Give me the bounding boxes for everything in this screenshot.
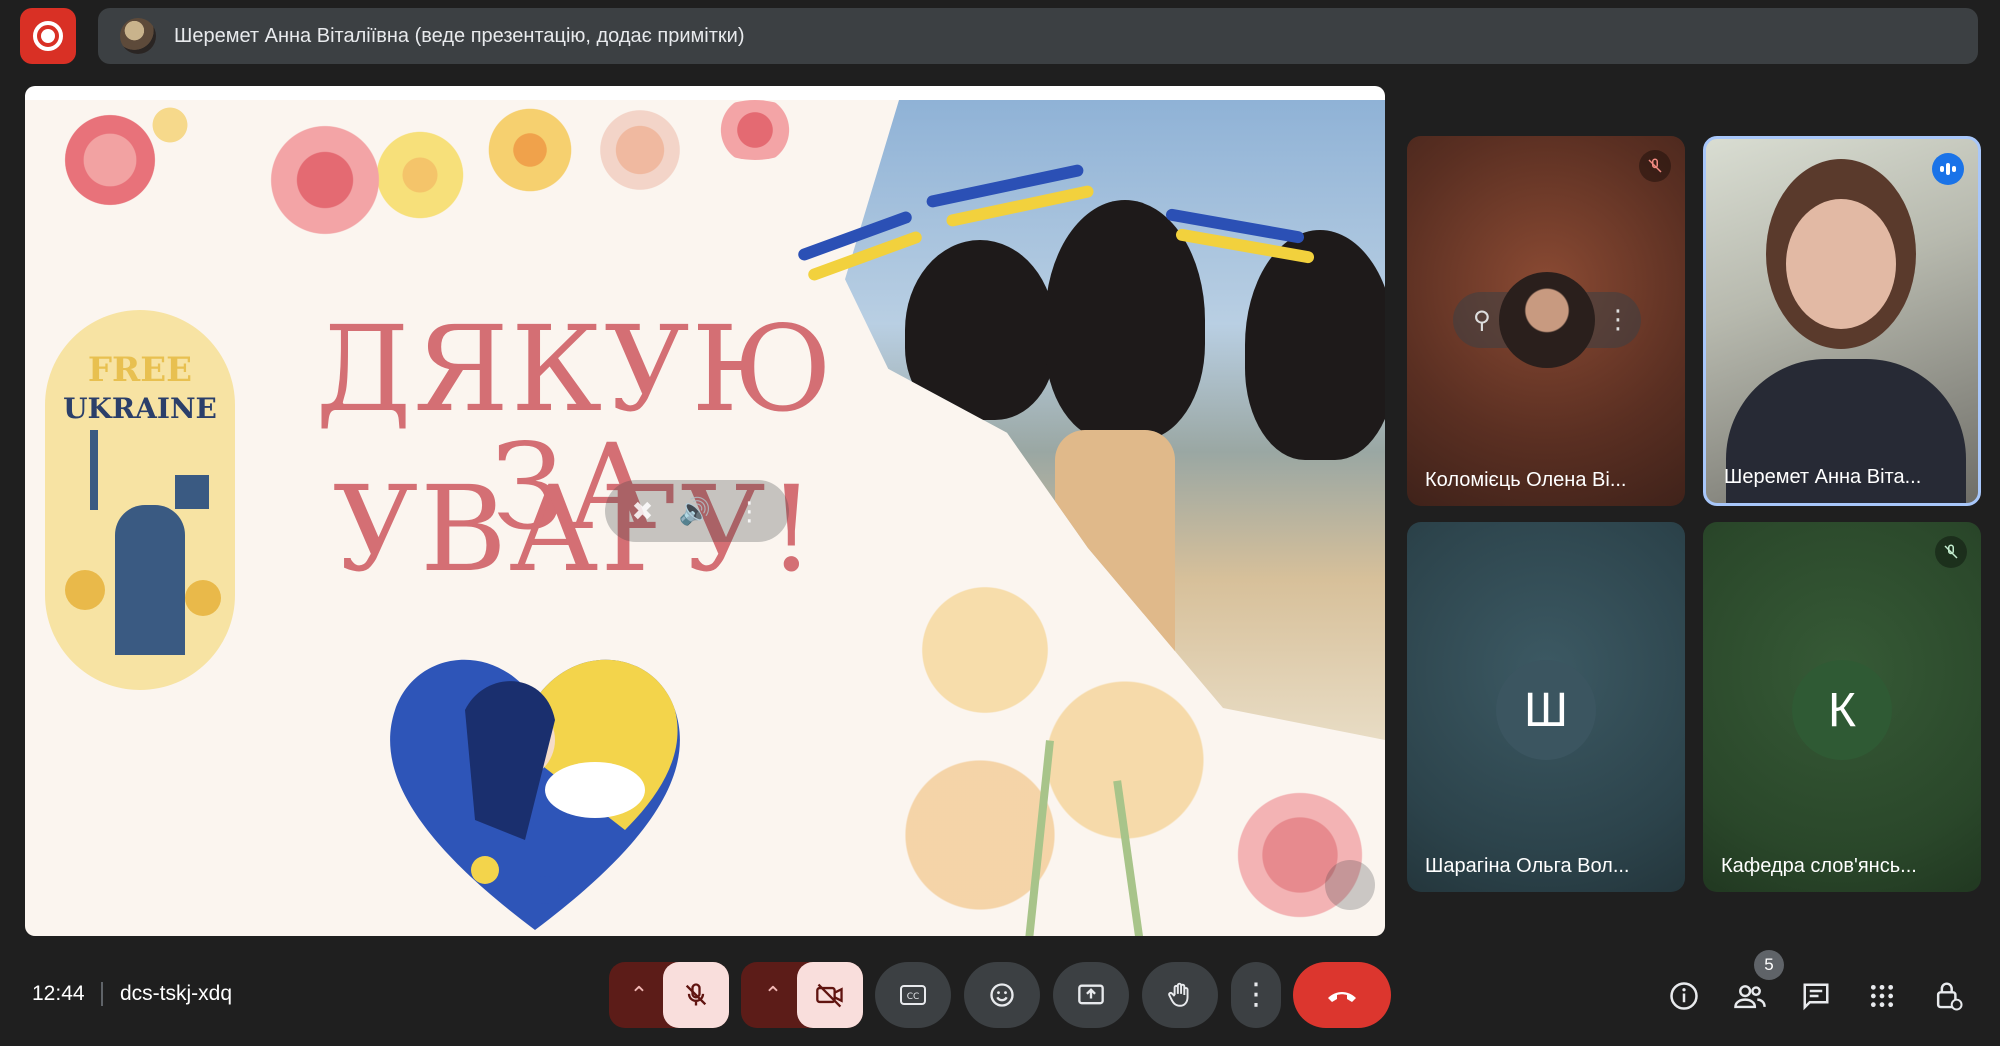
- lock-person-icon: [1936, 982, 1963, 1011]
- end-call-icon: [1328, 992, 1356, 1002]
- present-screen-icon: [1078, 984, 1104, 1005]
- flower-decoration: [135, 100, 205, 150]
- present-now-button[interactable]: [1053, 962, 1129, 1028]
- presenter-banner[interactable]: Шеремет Анна Віталіївна (веде презентаці…: [98, 8, 1978, 64]
- presentation-slide[interactable]: FREE UKRAINE ДЯКУЮ ЗА УВАГУ! ✖ 🔊 ⋮: [25, 86, 1385, 936]
- people-button[interactable]: [1728, 974, 1772, 1018]
- speaking-indicator-icon: [1932, 153, 1964, 185]
- avatar: Ш: [1496, 660, 1596, 760]
- participant-tile-sharahina[interactable]: Ш Шарагіна Ольга Вол...: [1407, 522, 1685, 892]
- record-icon: [33, 21, 63, 51]
- badge-ukraine-text: UKRAINE: [63, 392, 217, 425]
- presenter-text: Шеремет Анна Віталіївна (веде презентаці…: [174, 24, 745, 47]
- participant-tile-kafedra[interactable]: К Кафедра слов'янсь...: [1703, 522, 1981, 892]
- svg-text:CC: CC: [907, 992, 920, 1002]
- mic-off-icon: [1639, 150, 1671, 182]
- heart-illustration: [390, 659, 680, 930]
- info-icon: [1670, 982, 1698, 1010]
- mic-off-icon: [685, 983, 707, 1006]
- participant-tile-sheremet[interactable]: Шеремет Анна Віта...: [1703, 136, 1981, 506]
- flower-decoration: [255, 120, 395, 240]
- leave-call-button[interactable]: [1293, 962, 1391, 1028]
- meeting-details-button[interactable]: [1662, 974, 1706, 1018]
- speaker-icon[interactable]: 🔊: [679, 496, 711, 527]
- zoom-icon[interactable]: [1325, 860, 1375, 910]
- more-vert-icon: ⋮: [1241, 978, 1271, 1011]
- raise-hand-button[interactable]: [1142, 962, 1218, 1028]
- camera-toggle-button[interactable]: [797, 962, 863, 1028]
- flower-decoration: [705, 100, 805, 160]
- mic-off-icon[interactable]: ✖: [632, 496, 654, 527]
- meeting-code: dcs-tskj-xdq: [120, 982, 233, 1005]
- flower-decoration: [585, 110, 695, 190]
- slide-hover-controls: ✖ 🔊 ⋮: [605, 480, 789, 542]
- apps-grid-icon: [1870, 984, 1894, 1008]
- mic-off-icon: [1935, 536, 1967, 568]
- chat-icon: [1803, 983, 1829, 1011]
- chat-button[interactable]: [1794, 974, 1838, 1018]
- avatar: [1499, 272, 1595, 368]
- camera-off-icon: [816, 983, 843, 1008]
- participant-tile-kolomiiets[interactable]: ⚲ ⋮ Коломієць Олена Ві...: [1407, 136, 1685, 506]
- people-icon: [1734, 985, 1766, 1009]
- divider: [101, 982, 103, 1006]
- pin-icon[interactable]: ⚲: [1473, 306, 1491, 335]
- meeting-clock: 12:44: [32, 982, 85, 1005]
- captions-button[interactable]: CC: [875, 962, 951, 1028]
- mic-toggle-button[interactable]: [663, 962, 729, 1028]
- flower-decoration: [475, 100, 585, 200]
- more-options-icon[interactable]: ⋮: [736, 496, 762, 527]
- mic-options-chevron-icon[interactable]: ⌃: [614, 962, 664, 1028]
- camera-options-chevron-icon[interactable]: ⌃: [748, 962, 798, 1028]
- raise-hand-icon: [1168, 982, 1189, 1007]
- reactions-button[interactable]: [964, 962, 1040, 1028]
- participant-name: Кафедра слов'янсь...: [1721, 855, 1917, 877]
- participant-name: Шарагіна Ольга Вол...: [1425, 855, 1630, 877]
- participant-name: Шеремет Анна Віта...: [1724, 466, 1922, 488]
- captions-icon: CC: [900, 985, 926, 1005]
- host-controls-button[interactable]: [1926, 974, 1970, 1018]
- more-options-button[interactable]: ⋮: [1231, 962, 1281, 1028]
- participant-name: Коломієць Олена Ві...: [1425, 469, 1627, 491]
- recording-button[interactable]: [20, 8, 76, 64]
- activities-button[interactable]: [1860, 974, 1904, 1018]
- more-options-icon[interactable]: ⋮: [1605, 304, 1631, 335]
- slide-title-line2: УВАГУ!: [332, 460, 818, 598]
- badge-free-text: FREE: [87, 350, 193, 390]
- avatar: К: [1792, 660, 1892, 760]
- presenter-avatar: [120, 18, 156, 54]
- emoji-icon: [990, 983, 1014, 1007]
- free-ukraine-badge: FREE UKRAINE: [45, 310, 235, 690]
